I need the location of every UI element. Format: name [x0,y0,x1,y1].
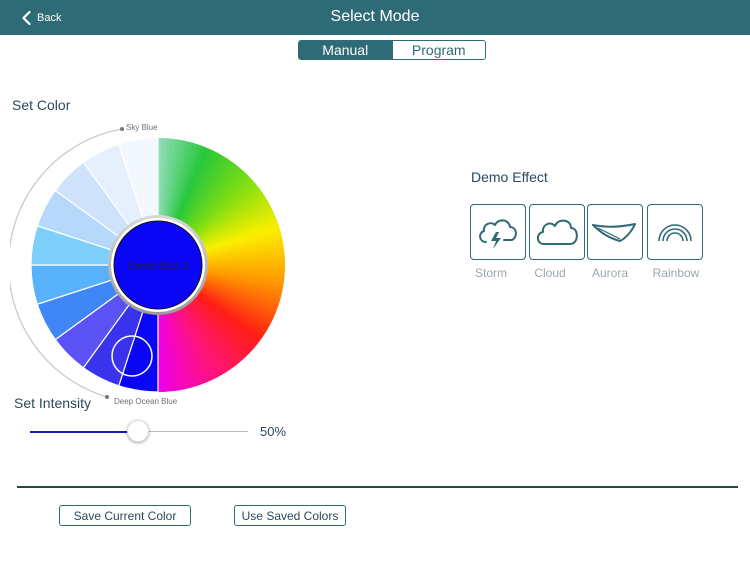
demo-effect-label: Demo Effect [471,169,548,185]
cloud-effect-button[interactable] [529,204,585,260]
storm-label: Storm [474,266,507,280]
aurora-label: Aurora [591,266,629,280]
rainbow-effect-button[interactable] [647,204,703,260]
save-current-color-button[interactable]: Save Current Color [59,505,191,526]
mode-segmented-control: Manual Program [298,40,486,60]
page-title: Select Mode [330,8,420,25]
sky-blue-label: Sky Blue [126,123,158,132]
storm-effect-button[interactable] [470,204,526,260]
rainbow-label: Rainbow [652,266,700,280]
selected-color-name: Ocean Blue 2 [128,261,189,272]
storm-cloud-icon [479,219,517,249]
nav-bar: Back Select Mode [0,0,750,35]
intensity-value: 50% [260,424,287,439]
intensity-slider-track[interactable] [138,431,248,432]
deep-ocean-blue-label: Deep Ocean Blue [114,397,178,406]
section-divider [17,486,738,488]
intensity-slider-thumb[interactable] [127,420,149,442]
set-color-label: Set Color [12,97,71,113]
aurora-effect-button[interactable] [587,204,643,260]
rainbow-icon [658,224,692,242]
cloud-label: Cloud [534,266,566,280]
tab-program[interactable]: Program [391,41,485,59]
aurora-icon [592,223,636,242]
guide-arc-top-dot [120,127,124,131]
guide-arc-bottom-dot [105,395,109,399]
color-wheel[interactable]: Sky Blue Deep Ocean Blue Ocean Blue 2 [10,118,300,418]
set-intensity-label: Set Intensity [14,395,92,411]
intensity-slider-filled-track[interactable] [30,431,138,433]
use-saved-colors-button[interactable]: Use Saved Colors [234,505,346,526]
tab-manual[interactable]: Manual [299,41,392,59]
cloud-icon [536,219,578,245]
